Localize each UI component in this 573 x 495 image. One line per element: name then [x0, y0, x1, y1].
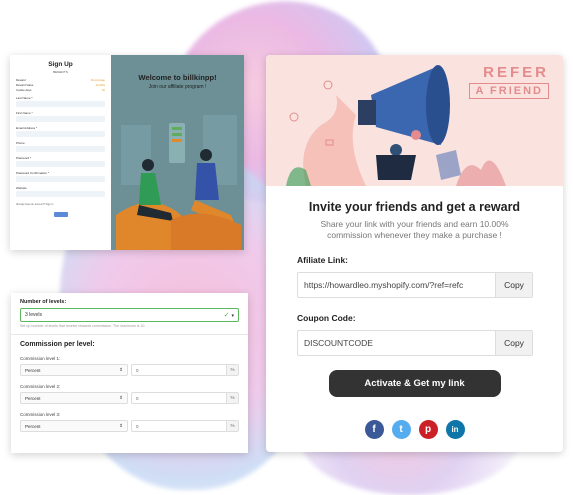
canvas: Sign Up BENEFITS Reward Percentage Reward…	[0, 0, 573, 495]
refer-banner-title: REFER	[483, 64, 549, 81]
copy-coupon-button[interactable]: Copy	[495, 331, 532, 355]
signup-title: Sign Up	[48, 61, 73, 68]
percent-suffix: %	[226, 365, 238, 375]
submit-button[interactable]	[53, 212, 68, 217]
commission-value-input[interactable]: 0%	[131, 392, 239, 404]
commission-level-row: Percent ⇕ 0%	[20, 364, 239, 376]
field-label: First Name *	[16, 111, 33, 115]
linkedin-icon[interactable]: in	[445, 420, 465, 439]
commission-value-input[interactable]: 0%	[131, 420, 239, 432]
coupon-code-field: DISCOUNTCODE Copy	[297, 330, 533, 356]
refer-banner: REFER A FRIEND	[266, 55, 563, 186]
field-label: Password *	[16, 156, 32, 160]
signup-illustration: Welcome to billkinpp! Join our affiliate…	[111, 55, 244, 250]
check-icon: ✓ ▾	[223, 312, 234, 319]
affiliate-link-label: Afiliate Link:	[297, 255, 349, 265]
signup-form: Sign Up BENEFITS Reward Percentage Reward…	[10, 55, 111, 250]
divider	[11, 334, 248, 335]
activate-button[interactable]: Activate & Get my link	[328, 370, 501, 397]
commission-type-select[interactable]: Percent ⇕	[20, 364, 128, 376]
coupon-code-input[interactable]: DISCOUNTCODE	[298, 338, 495, 348]
benefit-row: Reward Percentage	[16, 78, 105, 82]
people-illustration	[116, 115, 241, 250]
password-input[interactable]	[16, 161, 105, 167]
commission-type-select[interactable]: Percent ⇕	[20, 392, 128, 404]
levels-help-text: Set up number of levels that receive rew…	[20, 324, 146, 328]
twitter-icon[interactable]: t	[391, 420, 411, 439]
number-of-levels-label: Number of levels:	[20, 299, 67, 305]
field-label: Email Address *	[16, 126, 38, 130]
website-input[interactable]	[16, 191, 105, 197]
benefit-row: Reward Value 10.00%	[16, 83, 105, 87]
chevron-updown-icon: ⇕	[119, 367, 123, 372]
chevron-updown-icon: ⇕	[119, 395, 123, 400]
signin-note[interactable]: Already have an account? Sign in	[16, 203, 105, 206]
commission-heading: Commission per level:	[20, 341, 95, 348]
commission-type-select[interactable]: Percent ⇕	[20, 420, 128, 432]
coupon-code-label: Coupon Code:	[297, 313, 356, 323]
percent-suffix: %	[226, 421, 238, 431]
phone-input[interactable]	[16, 146, 105, 152]
number-of-levels-value: 3 levels	[25, 312, 42, 318]
number-of-levels-select[interactable]: 3 levels ✓ ▾	[20, 308, 239, 322]
affiliate-link-field: https://howardleo.myshopify.com/?ref=ref…	[297, 272, 533, 298]
first-name-input[interactable]	[16, 116, 105, 122]
welcome-heading: Welcome to billkinpp!	[138, 73, 217, 82]
last-name-input[interactable]	[16, 101, 105, 107]
refer-card: REFER A FRIEND Invite your friends and g…	[266, 55, 563, 452]
chevron-updown-icon: ⇕	[119, 423, 123, 428]
percent-suffix: %	[226, 393, 238, 403]
chevron-down-icon: ▾	[231, 313, 234, 319]
field-label: Phone	[16, 141, 25, 145]
commission-value-input[interactable]: 0%	[131, 364, 239, 376]
copy-affiliate-button[interactable]: Copy	[495, 273, 532, 297]
field-label: Password Confirmation *	[16, 171, 50, 175]
field-label: Last Name *	[16, 96, 33, 100]
commission-level-row: Percent ⇕ 0%	[20, 392, 239, 404]
join-text: Join our affiliate program !	[148, 84, 207, 90]
signup-card: Sign Up BENEFITS Reward Percentage Reward…	[10, 55, 244, 250]
field-label: Website	[16, 186, 27, 190]
pinterest-icon[interactable]: p	[418, 420, 438, 439]
commission-level-label: Commission level 2:	[20, 384, 61, 389]
password-confirm-input[interactable]	[16, 176, 105, 182]
commission-level-row: Percent ⇕ 0%	[20, 420, 239, 432]
social-share-bar: f t p in	[266, 420, 563, 439]
commission-level-label: Commission level 3:	[20, 412, 61, 417]
commission-level-label: Commission level 1:	[20, 356, 61, 361]
benefit-row: Cookie days 30	[16, 88, 105, 92]
levels-card: Number of levels: 3 levels ✓ ▾ Set up nu…	[11, 293, 248, 453]
facebook-icon[interactable]: f	[364, 420, 384, 439]
refer-description: Share your link with your friends and ea…	[320, 219, 509, 240]
affiliate-link-input[interactable]: https://howardleo.myshopify.com/?ref=ref…	[298, 280, 495, 290]
benefits-heading: BENEFITS	[53, 70, 68, 74]
email-input[interactable]	[16, 131, 105, 137]
refer-body: Invite your friends and get a reward Sha…	[266, 186, 563, 439]
refer-heading: Invite your friends and get a reward	[308, 200, 521, 214]
refer-banner-subtitle: A FRIEND	[469, 83, 549, 99]
